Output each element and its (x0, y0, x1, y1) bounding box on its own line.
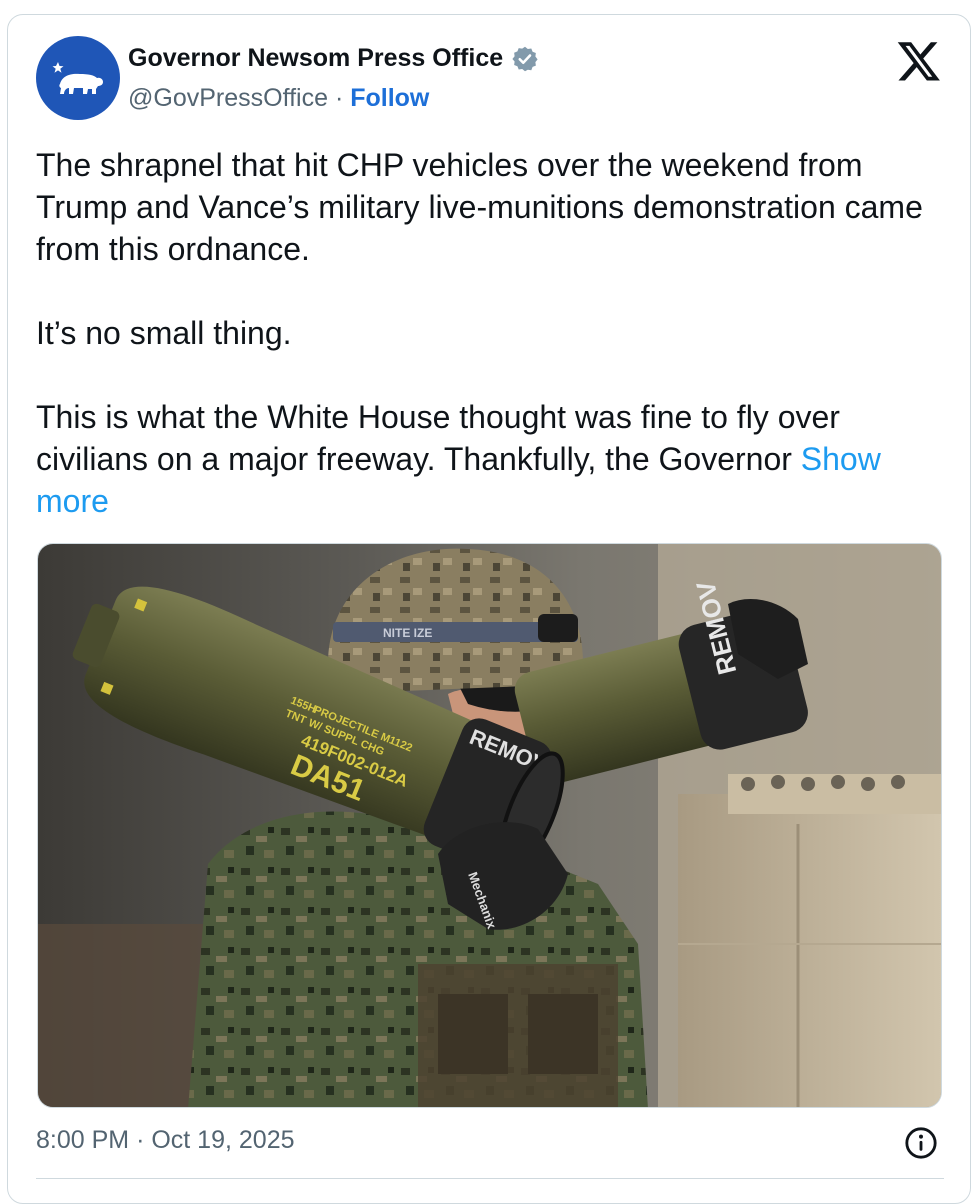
account-name-row[interactable]: Governor Newsom Press Office (128, 44, 539, 73)
tweet-date: Oct 19, 2025 (151, 1126, 295, 1154)
tweet-paragraph-1: The shrapnel that hit CHP vehicles over … (36, 147, 923, 267)
tweet-time: 8:00 PM (36, 1126, 130, 1154)
info-icon[interactable] (904, 1126, 938, 1160)
footer-divider (36, 1178, 944, 1179)
follow-button[interactable]: Follow (350, 84, 429, 112)
california-bear-icon (52, 62, 103, 94)
tweet-paragraph-2: It’s no small thing. (36, 315, 292, 351)
tweet-paragraph-3: This is what the White House thought was… (36, 396, 951, 522)
account-name[interactable]: Governor Newsom Press Office (128, 44, 503, 73)
tweet-paragraph-3-text: This is what the White House thought was… (36, 399, 840, 477)
helmet-band-text: NITE IZE (383, 626, 432, 640)
photo-illustration: NITE IZE REMOV 155H TNT PROJECTILE M1122… (38, 544, 941, 1107)
handle-row: @GovPressOffice · Follow (128, 84, 429, 113)
timestamp-separator: · (136, 1126, 145, 1154)
tweet-text: The shrapnel that hit CHP vehicles over … (36, 144, 951, 522)
handle-separator: · (334, 84, 344, 112)
verified-badge-icon (512, 46, 538, 71)
avatar[interactable] (36, 36, 120, 120)
account-handle[interactable]: @GovPressOffice (128, 84, 328, 112)
tweet-photo[interactable]: NITE IZE REMOV 155H TNT PROJECTILE M1122… (37, 543, 942, 1108)
x-logo-icon[interactable] (896, 38, 942, 84)
tweet-timestamp[interactable]: 8:00 PM · Oct 19, 2025 (36, 1126, 295, 1155)
